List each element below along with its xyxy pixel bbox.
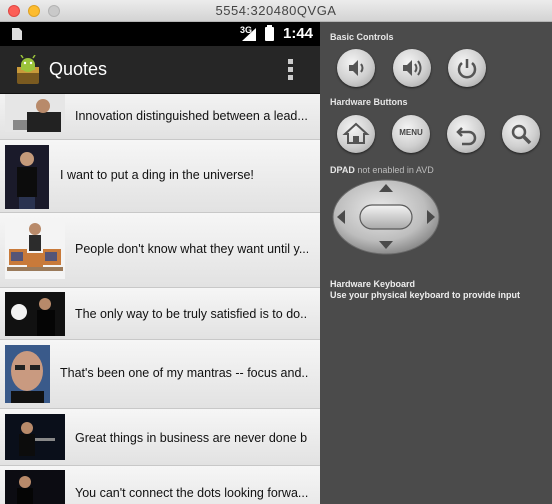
quote-thumbnail: [5, 94, 65, 132]
emulator-controls-panel: Basic Controls Hardware Buttons MENU DPA…: [320, 22, 552, 504]
quote-text: You can't connect the dots looking forwa…: [75, 486, 308, 500]
dpad-control[interactable]: [332, 179, 440, 255]
dpad-center-button: [359, 204, 413, 230]
quote-text: I want to put a ding in the universe!: [60, 168, 254, 182]
quote-text: People don't know what they want until y…: [75, 242, 308, 256]
quote-list[interactable]: Innovation distinguished between a lead.…: [0, 94, 320, 504]
list-item[interactable]: Innovation distinguished between a lead.…: [0, 94, 320, 140]
hardware-buttons-heading: Hardware Buttons: [330, 97, 408, 107]
basic-controls-heading: Basic Controls: [330, 32, 394, 42]
quote-thumbnail: [5, 292, 65, 336]
action-bar: Quotes: [0, 46, 320, 94]
emulator-screen: 3G 1:44 Quotes Innovation distinguished …: [0, 22, 320, 504]
quote-thumbnail: [5, 145, 49, 209]
power-icon[interactable]: [448, 49, 486, 87]
app-title: Quotes: [49, 59, 108, 79]
quote-text: Great things in business are never done …: [75, 431, 308, 445]
keyboard-info: Hardware Keyboard Use your physical keyb…: [330, 279, 520, 301]
home-icon[interactable]: [337, 115, 375, 153]
search-icon[interactable]: [502, 115, 540, 153]
window-titlebar: 5554:320480QVGA: [0, 0, 552, 22]
keyboard-heading: Hardware Keyboard: [330, 279, 416, 289]
window-title: 5554:320480QVGA: [215, 3, 337, 18]
quote-thumbnail: [5, 345, 50, 403]
list-item[interactable]: That's been one of my mantras -- focus a…: [0, 340, 320, 409]
volume-down-icon[interactable]: [337, 49, 375, 87]
network-type: 3G: [240, 25, 253, 35]
dpad-heading: DPAD not enabled in AVD: [330, 165, 434, 175]
menu-button-label: MENU: [399, 128, 423, 137]
list-item[interactable]: You can't connect the dots looking forwa…: [0, 466, 320, 504]
status-bar: 3G 1:44: [0, 22, 320, 46]
quote-text: That's been one of my mantras -- focus a…: [60, 366, 308, 380]
menu-button[interactable]: MENU: [392, 115, 430, 153]
quote-text: The only way to be truly satisfied is to…: [75, 307, 308, 321]
quote-thumbnail: [5, 219, 65, 279]
quote-thumbnail: [5, 414, 65, 460]
keyboard-note: Use your physical keyboard to provide in…: [330, 290, 521, 300]
dpad-note: not enabled in AVD: [357, 165, 434, 175]
quote-text: Innovation distinguished between a lead.…: [75, 109, 308, 123]
back-icon[interactable]: [447, 115, 485, 153]
quote-thumbnail: [5, 470, 65, 504]
android-app-icon: [17, 55, 39, 84]
sd-card-icon: [12, 28, 22, 40]
dpad-title: DPAD: [330, 165, 355, 175]
list-item[interactable]: Great things in business are never done …: [0, 409, 320, 466]
list-item[interactable]: I want to put a ding in the universe!: [0, 140, 320, 213]
clock: 1:44: [283, 25, 314, 42]
volume-up-icon[interactable]: [393, 49, 431, 87]
list-item[interactable]: The only way to be truly satisfied is to…: [0, 288, 320, 340]
overflow-menu-icon[interactable]: [284, 59, 296, 83]
battery-icon: [265, 25, 274, 41]
list-item[interactable]: People don't know what they want until y…: [0, 213, 320, 288]
